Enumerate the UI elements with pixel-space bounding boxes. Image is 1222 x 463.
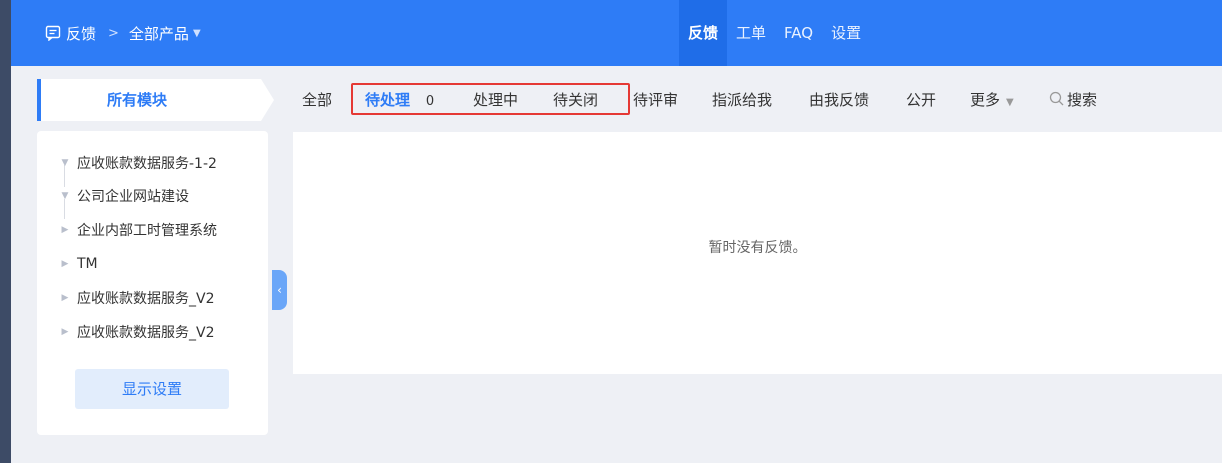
search-icon [1049, 80, 1064, 122]
tree-item-label: TM [77, 256, 98, 272]
tree-item-label: 公司企业网站建设 [77, 189, 189, 205]
product-selector[interactable]: 全部产品 [129, 23, 189, 44]
nav-faq[interactable]: FAQ [775, 0, 822, 66]
nav-settings[interactable]: 设置 [822, 0, 870, 66]
tree-item-label: 应收账款数据服务-1-2 [77, 156, 217, 172]
tree-item[interactable]: ▼ 应收账款数据服务-1-2 [59, 152, 254, 174]
chevron-left-icon: ‹ [277, 283, 282, 297]
tree-item-label: 应收账款数据服务_V2 [77, 325, 215, 341]
display-settings-button[interactable]: 显示设置 [75, 369, 229, 409]
breadcrumb-separator: > [108, 25, 119, 41]
search-button[interactable]: 搜索 [1049, 79, 1097, 121]
caret-right-icon[interactable]: ▶ [59, 327, 71, 337]
chevron-down-icon[interactable]: ▼ [193, 28, 201, 39]
tab-reported-by-me[interactable]: 由我反馈 [809, 79, 869, 121]
chevron-down-icon: ▼ [1006, 97, 1014, 108]
tree-item[interactable]: ▶ 应收账款数据服务_V2 [59, 321, 254, 343]
brand-label[interactable]: 反馈 [66, 23, 96, 44]
tree-item[interactable]: ▶ TM [59, 253, 254, 275]
caret-down-icon[interactable]: ▼ [59, 158, 71, 168]
tree-item[interactable]: ▶ 企业内部工时管理系统 [59, 219, 254, 241]
nav-ticket[interactable]: 工单 [727, 0, 775, 66]
tree-item-label: 企业内部工时管理系统 [77, 223, 217, 239]
tab-all[interactable]: 全部 [302, 79, 332, 121]
caret-down-icon[interactable]: ▼ [59, 191, 71, 201]
all-modules-label: 所有模块 [106, 91, 167, 109]
empty-state-message: 暂时没有反馈。 [708, 240, 807, 256]
top-header: 反馈 > 全部产品 ▼ 反馈 工单 FAQ 设置 [11, 0, 1222, 66]
tree-item[interactable]: ▼ 公司企业网站建设 [59, 185, 254, 207]
all-modules-tab[interactable]: 所有模块 [37, 79, 274, 121]
sidebar-collapse-handle[interactable]: ‹ [272, 270, 287, 310]
nav-feedback[interactable]: 反馈 [679, 0, 728, 66]
caret-right-icon[interactable]: ▶ [59, 259, 71, 269]
tree-item[interactable]: ▶ 应收账款数据服务_V2 [59, 287, 254, 309]
left-edge-strip [0, 0, 11, 463]
tree-item-label: 应收账款数据服务_V2 [77, 291, 215, 307]
top-nav: 反馈 工单 FAQ 设置 [679, 0, 870, 66]
caret-right-icon[interactable]: ▶ [59, 225, 71, 235]
search-label: 搜索 [1067, 91, 1098, 109]
feedback-icon [45, 25, 61, 41]
tab-assigned-to-me[interactable]: 指派给我 [712, 79, 772, 121]
breadcrumb: 反馈 > 全部产品 ▼ [45, 22, 201, 44]
module-tree-panel: ▼ 应收账款数据服务-1-2 ▼ 公司企业网站建设 ▶ 企业内部工时管理系统 ▶… [37, 131, 268, 435]
caret-right-icon[interactable]: ▶ [59, 293, 71, 303]
tab-more-label: 更多 [970, 91, 1001, 109]
tab-public[interactable]: 公开 [906, 79, 936, 121]
highlight-annotation-box [351, 83, 630, 115]
tab-to-review[interactable]: 待评审 [633, 79, 678, 121]
tab-more[interactable]: 更多 ▼ [970, 79, 1014, 121]
feedback-list-area: 暂时没有反馈。 [293, 132, 1222, 374]
